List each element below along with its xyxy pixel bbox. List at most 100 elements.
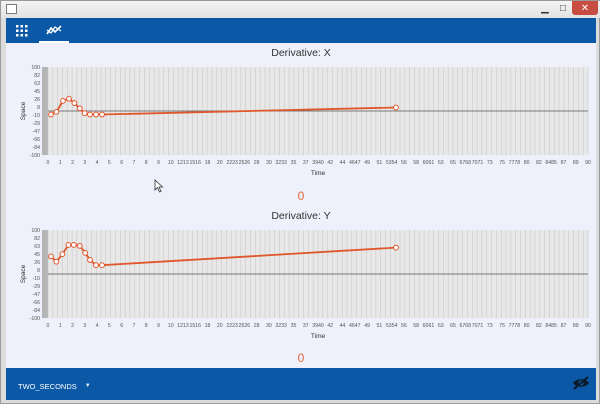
data-point [99,262,105,269]
y-tick-label: -10 [33,276,41,282]
x-tick-label: 2 [71,160,74,166]
x-tick-label: 7071 [472,160,484,166]
data-point [81,110,88,117]
data-point [76,105,83,112]
mouse-cursor [154,179,164,193]
y-tick-label: 82 [34,236,40,242]
y-tick-label: -47 [33,129,41,135]
derivative-y-chart: 100826345268-10-29-47-66-84-1000 1 2 3 4 5 6 7 8… [20,228,591,340]
x-tick-label: 65 [450,323,456,329]
x-tick-label: 6768 [459,160,471,166]
data-point [60,97,66,104]
x-tick-label: 35 [291,323,297,329]
x-tick-label: 8 [145,323,148,329]
charts-panel: Derivative: X 100 82 63 45 26 8 -10 -29 -47 -66 -8… [6,43,596,368]
y-tick-label: 8 [37,268,40,274]
data-point [66,95,72,102]
y-tick-label: 100 [31,228,40,234]
x-tick-label: 37 [303,323,309,329]
data-point [93,111,99,118]
data-point [393,104,399,111]
maximize-button[interactable]: □ [554,1,572,15]
x-tick-label: 7 [132,323,135,329]
x-tick-label: 10 [168,160,174,166]
x-tick-label: 3940 [312,160,324,166]
x-tick-label: 18 [205,160,211,166]
x-tick-label: 1213 [177,160,189,166]
y-tick-label: 26 [34,97,40,103]
x-tick-label: 4 [96,323,99,329]
x-tick-label: 51 [376,323,382,329]
x-tick-label: 2526 [239,160,251,166]
x-tick-label: 56 [401,160,407,166]
y-tick-label: 26 [34,260,40,266]
x-tick-label: 44 [340,160,346,166]
x-tick-label: 3 [83,160,86,166]
x-tick-label: 6 [120,323,123,329]
x-tick-label: 3940 [312,323,324,329]
close-button[interactable]: ✕ [572,1,598,15]
x-tick-label: 7071 [472,323,484,329]
y-axis-bar [42,67,48,155]
x-tick-label: 4 [96,160,99,166]
value-readout: 0 [297,189,305,203]
x-tick-label: 6 [120,160,123,166]
x-tick-label: 7778 [509,323,521,329]
x-tick-label: 2223 [226,160,238,166]
x-tick-label: 2223 [226,323,238,329]
x-tick-label: 87 [561,323,567,329]
y-tick-label: 45 [34,89,40,95]
y-axis-label: Space [20,264,27,283]
x-tick-label: 2526 [239,323,251,329]
x-tick-label: 2 [71,323,74,329]
x-tick-label: 63 [438,323,444,329]
x-tick-label: 89 [573,160,579,166]
data-point [393,244,399,251]
dropdown-value: TWO_SECONDS [18,381,77,391]
x-tick-label: 82 [536,323,542,329]
data-point [76,242,83,249]
x-tick-label: 80 [524,160,530,166]
x-tick-label: 90 [585,160,591,166]
interval-dropdown[interactable]: TWO_SECONDS ▼ [18,380,91,392]
minimize-button[interactable]: ▁ [536,1,554,15]
data-point [48,111,54,118]
bottom-bar: TWO_SECONDS ▼ [6,368,596,400]
data-point [71,100,78,106]
y-axis-label: Space [20,101,27,120]
y-tick-label: -84 [33,308,41,314]
x-tick-label: 44 [340,323,346,329]
x-tick-label: 7778 [509,160,521,166]
eye-off-icon[interactable] [572,376,590,390]
x-tick-label: 42 [327,323,333,329]
y-tick-label: -29 [33,284,41,290]
y-axis-bar [42,230,48,318]
grid-icon [16,24,28,36]
app-icon [6,4,17,14]
y-tick-label: -29 [33,121,41,127]
data-point [99,111,105,118]
x-tick-label: 1 [59,160,62,166]
chart-view-button[interactable] [39,18,69,43]
x-tick-label: 3233 [275,323,287,329]
grid-view-button[interactable] [7,18,37,43]
data-point [87,257,93,263]
y-tick-label: 63 [34,81,40,87]
x-tick-label: 6061 [423,160,435,166]
y-tick-label: 63 [34,244,40,250]
x-tick-label: 3233 [275,160,287,166]
x-tick-label: 4647 [349,323,361,329]
chevron-down-icon: ▼ [84,383,91,389]
y-tick-label: -66 [33,137,41,143]
app-window: ▁ □ ✕ Derivative: X 100 82 63 45 26 8 -10 -29 -4… [0,0,600,404]
x-tick-label: 75 [499,323,505,329]
x-tick-label: 82 [536,160,542,166]
x-tick-label: 18 [205,323,211,329]
x-tick-label: 1213 [177,323,189,329]
x-tick-label: 49 [364,323,370,329]
x-tick-label: 56 [401,323,407,329]
data-point [53,108,60,115]
x-tick-label: 58 [413,160,419,166]
x-tick-label: 42 [327,160,333,166]
y-tick-label: 45 [34,252,40,258]
